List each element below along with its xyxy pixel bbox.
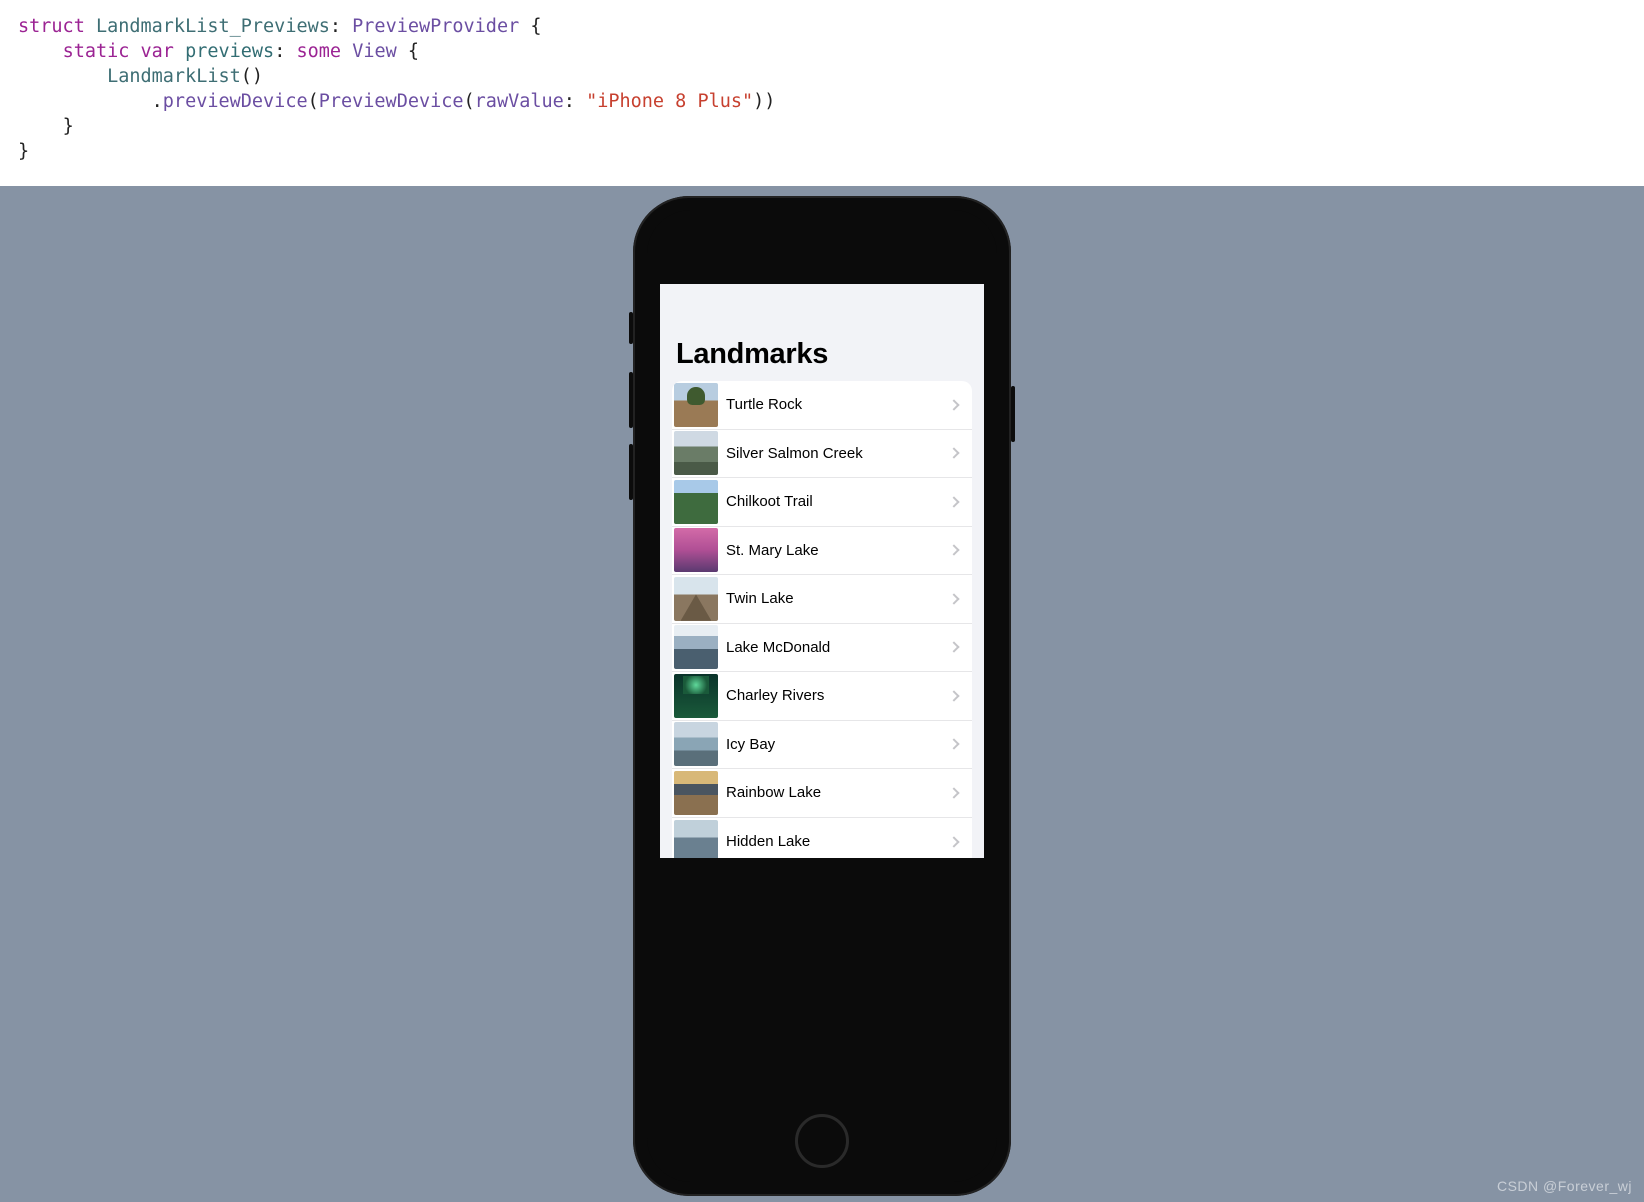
list-item[interactable]: Twin Lake <box>672 575 972 624</box>
thumbnail <box>674 820 718 858</box>
power-button <box>1011 386 1015 442</box>
chevron-right-icon <box>948 690 959 701</box>
list-item[interactable]: Silver Salmon Creek <box>672 430 972 479</box>
thumbnail <box>674 674 718 718</box>
list-item-label: Chilkoot Trail <box>726 493 950 510</box>
chevron-right-icon <box>948 399 959 410</box>
bezel-top <box>647 210 997 284</box>
device-screen: Landmarks Turtle Rock Silver Salmon Cree… <box>660 284 984 858</box>
thumbnail <box>674 528 718 572</box>
thumbnail <box>674 771 718 815</box>
list-item-label: Rainbow Lake <box>726 784 950 801</box>
thumbnail <box>674 383 718 427</box>
thumbnail <box>674 480 718 524</box>
list-item[interactable]: Rainbow Lake <box>672 769 972 818</box>
list-item-label: Hidden Lake <box>726 833 950 850</box>
landmark-list[interactable]: Turtle Rock Silver Salmon Creek Chilkoot… <box>672 381 972 858</box>
code-editor: struct LandmarkList_Previews: PreviewPro… <box>0 0 1644 204</box>
mute-switch <box>629 312 633 344</box>
thumbnail <box>674 431 718 475</box>
chevron-right-icon <box>948 642 959 653</box>
list-item[interactable]: Chilkoot Trail <box>672 478 972 527</box>
chevron-right-icon <box>948 836 959 847</box>
list-item[interactable]: Lake McDonald <box>672 624 972 673</box>
watermark: CSDN @Forever_wj <box>1497 1178 1632 1194</box>
list-item[interactable]: Turtle Rock <box>672 381 972 430</box>
list-item-label: Silver Salmon Creek <box>726 445 950 462</box>
list-item-label: Icy Bay <box>726 736 950 753</box>
list-item-label: Lake McDonald <box>726 639 950 656</box>
list-item[interactable]: Hidden Lake <box>672 818 972 859</box>
list-item-label: St. Mary Lake <box>726 542 950 559</box>
chevron-right-icon <box>948 593 959 604</box>
home-button[interactable] <box>795 1114 849 1168</box>
list-item-label: Charley Rivers <box>726 687 950 704</box>
list-item[interactable]: Icy Bay <box>672 721 972 770</box>
list-item[interactable]: St. Mary Lake <box>672 527 972 576</box>
thumbnail <box>674 577 718 621</box>
chevron-right-icon <box>948 545 959 556</box>
chevron-right-icon <box>948 496 959 507</box>
device-frame: Landmarks Turtle Rock Silver Salmon Cree… <box>633 196 1011 1196</box>
thumbnail <box>674 722 718 766</box>
chevron-right-icon <box>948 448 959 459</box>
chevron-right-icon <box>948 739 959 750</box>
volume-down <box>629 444 633 500</box>
page-title: Landmarks <box>660 284 984 381</box>
list-item-label: Turtle Rock <box>726 396 950 413</box>
chevron-right-icon <box>948 787 959 798</box>
thumbnail <box>674 625 718 669</box>
preview-canvas: Landmarks Turtle Rock Silver Salmon Cree… <box>0 186 1644 1202</box>
list-item[interactable]: Charley Rivers <box>672 672 972 721</box>
list-item-label: Twin Lake <box>726 590 950 607</box>
volume-up <box>629 372 633 428</box>
